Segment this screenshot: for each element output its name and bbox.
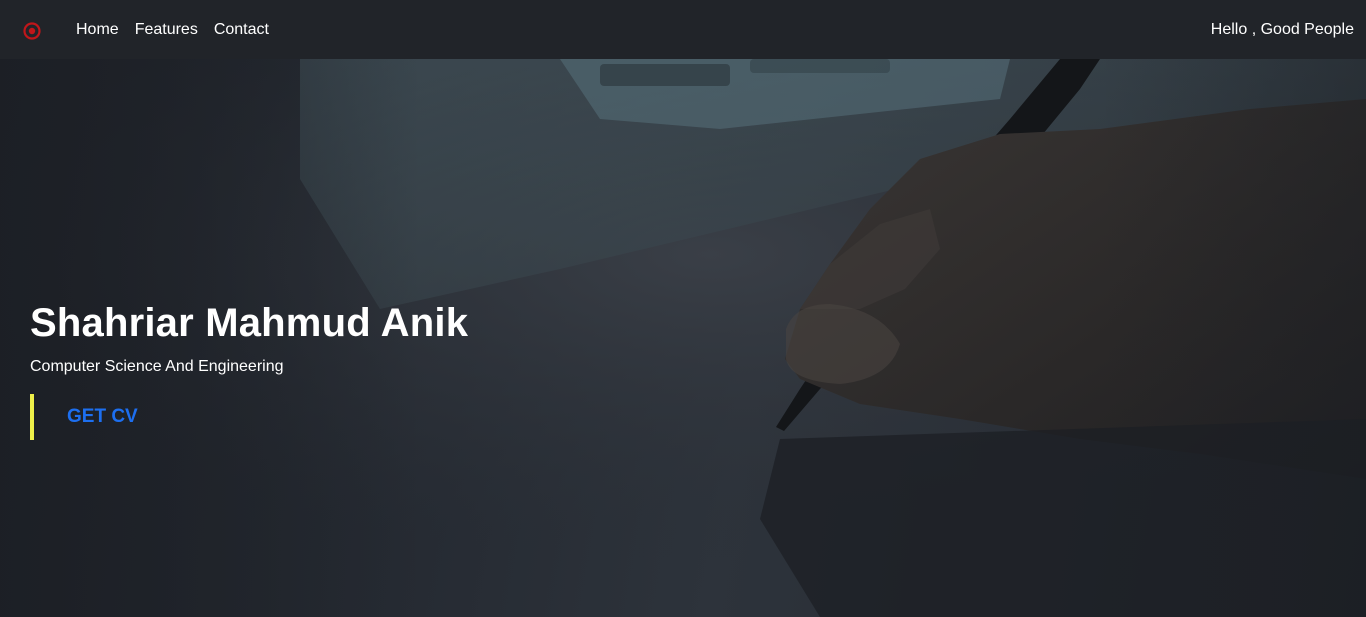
hero-subtitle: Computer Science And Engineering — [30, 358, 284, 375]
brand-logo[interactable] — [23, 22, 41, 40]
page: Home Features Contact Hello , Good Peopl… — [0, 0, 1366, 617]
nav-link-features[interactable]: Features — [127, 0, 206, 59]
hero-name: Shahriar Mahmud Anik — [30, 301, 469, 345]
get-cv-button[interactable]: GET CV — [30, 394, 190, 440]
nav-links: Home Features Contact — [68, 0, 277, 59]
nav-link-home[interactable]: Home — [68, 0, 127, 59]
hero-section: Shahriar Mahmud Anik Computer Science An… — [0, 59, 1366, 617]
greeting-text: Hello , Good People — [1210, 21, 1354, 38]
hero-content: Shahriar Mahmud Anik Computer Science An… — [30, 299, 468, 440]
nav-link-contact[interactable]: Contact — [206, 0, 277, 59]
target-icon — [23, 22, 41, 40]
navbar: Home Features Contact Hello , Good Peopl… — [0, 0, 1366, 59]
